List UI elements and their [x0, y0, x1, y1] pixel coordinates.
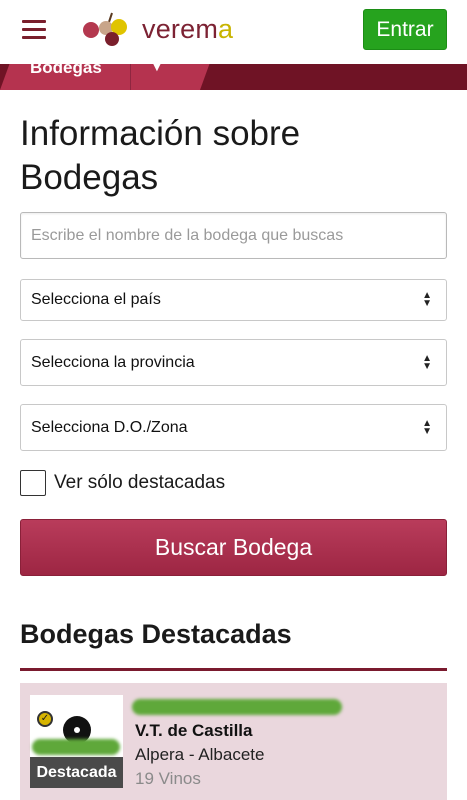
province-select-value: Selecciona la provincia — [31, 353, 195, 371]
search-input[interactable] — [21, 213, 446, 258]
featured-only-label[interactable]: Ver sólo destacadas — [54, 472, 225, 494]
chevron-down-icon[interactable]: ▼ — [150, 64, 164, 74]
hamburger-menu-icon[interactable] — [22, 20, 46, 40]
redacted-logo-text — [32, 739, 120, 755]
featured-only-checkbox[interactable] — [20, 470, 46, 496]
featured-only-row: Ver sólo destacadas — [20, 469, 225, 497]
check-badge-icon: ✓ — [37, 711, 53, 727]
winery-card[interactable]: ✓ Destacada V.T. de Castilla Alpera - Al… — [20, 683, 447, 800]
select-arrows-icon: ▲ ▼ — [422, 352, 432, 372]
grapes-logo-icon — [83, 12, 127, 46]
winery-region: V.T. de Castilla — [135, 721, 253, 740]
section-divider — [20, 668, 447, 671]
province-select[interactable]: Selecciona la provincia ▲ ▼ — [20, 339, 447, 386]
zone-select[interactable]: Selecciona D.O./Zona ▲ ▼ — [20, 404, 447, 451]
verema-logo[interactable]: verema — [82, 10, 242, 50]
featured-badge: Destacada — [30, 757, 123, 788]
winery-thumbnail[interactable]: ✓ Destacada — [30, 695, 123, 788]
search-button[interactable]: Buscar Bodega — [20, 519, 447, 576]
header: verema Entrar — [0, 0, 467, 64]
page-title: Información sobre Bodegas — [20, 114, 301, 197]
search-field[interactable] — [20, 212, 447, 259]
login-button[interactable]: Entrar — [363, 9, 447, 50]
redacted-winery-name[interactable] — [132, 699, 342, 715]
nav-tab-label: Bodegas — [30, 64, 102, 77]
logo-text: verema — [142, 14, 234, 44]
nav-divider — [130, 64, 131, 90]
winery-location: Alpera - Albacete — [135, 745, 265, 764]
select-arrows-icon: ▲ ▼ — [422, 290, 432, 309]
winery-wine-count: 19 Vinos — [135, 769, 201, 788]
featured-section-title: Bodegas Destacadas — [20, 619, 292, 649]
country-select[interactable]: Selecciona el país ▲ ▼ — [20, 279, 447, 321]
select-arrows-icon: ▲ ▼ — [422, 417, 432, 437]
zone-select-value: Selecciona D.O./Zona — [31, 418, 188, 436]
section-nav-bar: Bodegas ▼ — [0, 64, 467, 90]
country-select-value: Selecciona el país — [31, 291, 161, 308]
